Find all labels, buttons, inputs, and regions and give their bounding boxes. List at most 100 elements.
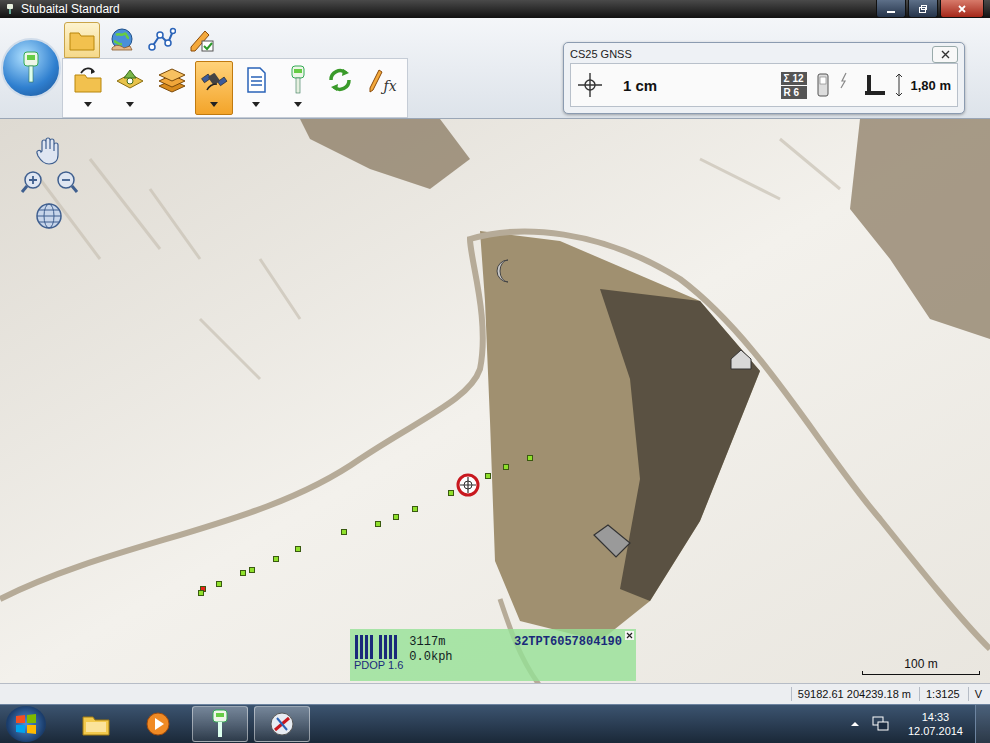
aerial-photo — [0, 119, 990, 683]
altitude-value: 3117m — [409, 635, 452, 650]
scale-bar: 100 m — [862, 657, 980, 675]
ribbon-tab[interactable] — [104, 22, 140, 58]
receiver-icon — [18, 50, 44, 86]
hut-icon — [728, 347, 754, 371]
tool-button[interactable] — [321, 61, 359, 115]
document-icon — [241, 66, 271, 94]
pencil-icon — [367, 66, 383, 94]
status-bar: 59182.61 204239.18 m1:3125V — [0, 683, 990, 704]
app-icon — [4, 3, 16, 15]
clock[interactable]: 14:3312.07.2014 — [902, 710, 969, 738]
grid-position: 32TPT6057804190 — [514, 633, 622, 649]
track-point[interactable] — [393, 514, 399, 520]
ribbon-tab[interactable] — [144, 22, 180, 58]
zoom-in-icon[interactable] — [20, 170, 44, 194]
track-point[interactable] — [341, 529, 347, 535]
window-title: Stubaital Standard — [21, 2, 120, 16]
toolbar: ƒx — [62, 58, 408, 118]
full-extent-globe-icon[interactable] — [34, 201, 64, 231]
ribbon-tab[interactable] — [184, 22, 220, 58]
taskbar-app[interactable] — [68, 706, 124, 742]
close-icon — [626, 632, 633, 639]
folder-icon — [68, 28, 96, 52]
track-point[interactable] — [448, 490, 454, 496]
show-desktop-button[interactable] — [975, 705, 990, 743]
map-navigation — [0, 119, 100, 239]
title-bar: Stubaital Standard — [0, 0, 990, 18]
app-window: Stubaital StandardƒxCS25 GNSS1 cmΣ 12R 6… — [0, 0, 990, 743]
globe-hand-icon — [108, 26, 136, 54]
ribbon-tab[interactable] — [64, 22, 100, 58]
restore-icon — [918, 4, 928, 14]
dropdown-arrow-icon[interactable] — [294, 102, 302, 107]
gnss-receiver-icon — [283, 65, 313, 95]
track-point[interactable] — [485, 473, 491, 479]
signal-bars-icon — [354, 633, 374, 659]
start-button[interactable] — [6, 706, 46, 742]
formula-label: ƒx — [383, 78, 396, 94]
tool-button[interactable] — [237, 61, 275, 115]
cave-symbol-icon — [494, 258, 516, 284]
track-point[interactable] — [240, 570, 246, 576]
tool-button[interactable]: ƒx — [363, 61, 401, 115]
pan-hand-icon[interactable] — [35, 137, 61, 165]
mode-indicator: V — [968, 687, 988, 701]
dropdown-arrow-icon[interactable] — [252, 102, 260, 107]
pdop-value: PDOP 1.6 — [354, 659, 403, 671]
dropdown-arrow-icon[interactable] — [210, 102, 218, 107]
gps-status-overlay: PDOP 1.63117m0.0kph32TPT6057804190 — [350, 629, 636, 681]
cursor-coordinates: 59182.61 204239.18 m — [791, 687, 917, 701]
zoom-out-icon[interactable] — [55, 170, 79, 194]
open-folder-icon — [73, 66, 103, 94]
map-view[interactable]: PDOP 1.63117m0.0kph32TPT6057804190100 m — [0, 119, 990, 683]
antenna-pole-icon — [857, 72, 887, 98]
tool-button[interactable] — [111, 61, 149, 115]
tool-button[interactable] — [69, 61, 107, 115]
track-point[interactable] — [198, 590, 204, 596]
track-point[interactable] — [375, 521, 381, 527]
track-point[interactable] — [295, 546, 301, 552]
satellite-icon — [199, 66, 229, 94]
pencil-check-icon — [188, 27, 216, 53]
gps-status-close-button[interactable] — [625, 631, 634, 640]
network-icon[interactable] — [872, 716, 890, 732]
scale-bar-label: 100 m — [904, 657, 937, 671]
ribbon: ƒxCS25 GNSS1 cmΣ 12R 61,80 m — [0, 18, 990, 119]
track-point[interactable] — [412, 506, 418, 512]
track-point[interactable] — [216, 581, 222, 587]
taskbar-app[interactable] — [254, 706, 310, 742]
layers-icon — [157, 66, 187, 94]
taskbar-app[interactable] — [130, 706, 186, 742]
minimize-button[interactable] — [876, 0, 906, 18]
dropdown-arrow-icon[interactable] — [126, 102, 134, 107]
explorer-folder-icon — [81, 711, 111, 737]
system-tray: 14:3312.07.2014 — [850, 710, 969, 738]
clock-time: 14:33 — [922, 710, 950, 724]
lightning-icon — [839, 72, 849, 98]
building-icon — [590, 523, 634, 559]
gnss-panel-title: CS25 GNSS — [570, 48, 632, 60]
gnss-app-icon — [208, 709, 232, 739]
track-point[interactable] — [273, 556, 279, 562]
minimize-icon — [886, 4, 896, 14]
show-hidden-icons-icon[interactable] — [850, 719, 860, 729]
track-point[interactable] — [527, 455, 533, 461]
tool-button[interactable] — [279, 61, 317, 115]
add-point-icon — [115, 66, 145, 94]
height-arrow-icon — [895, 72, 903, 98]
position-marker-icon — [455, 472, 481, 498]
dropdown-arrow-icon[interactable] — [84, 102, 92, 107]
gnss-close-button[interactable] — [932, 46, 958, 63]
tool-button[interactable] — [153, 61, 191, 115]
taskbar-app[interactable] — [192, 706, 248, 742]
restore-button[interactable] — [908, 0, 938, 18]
signal-bars-icon — [378, 633, 398, 659]
track-point[interactable] — [503, 464, 509, 470]
map-scale: 1:3125 — [919, 687, 966, 701]
tool-button[interactable] — [195, 61, 233, 115]
application-menu-button[interactable] — [1, 38, 61, 98]
track-point[interactable] — [249, 567, 255, 573]
close-icon — [957, 4, 967, 14]
antenna-height: 1,80 m — [911, 78, 951, 93]
close-button[interactable] — [940, 0, 984, 18]
